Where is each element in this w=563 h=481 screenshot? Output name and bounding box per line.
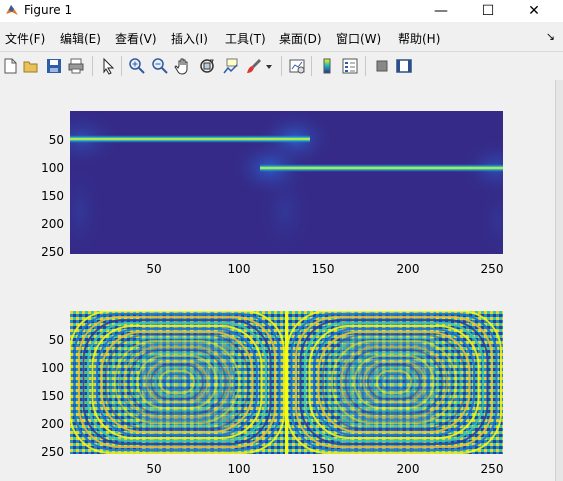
maximize-button[interactable]: ☐	[466, 0, 510, 22]
save-icon[interactable]	[45, 57, 63, 75]
zoom-out-icon[interactable]	[151, 57, 169, 75]
top-ytick-label: 150	[41, 189, 64, 203]
menu-tools[interactable]: 工具(T)	[225, 30, 266, 47]
data-cursor-icon[interactable]	[221, 57, 239, 75]
matlab-icon	[6, 5, 18, 15]
show-plot-tools-icon[interactable]	[395, 57, 413, 75]
minimize-button[interactable]: —	[419, 0, 463, 22]
window-title: Figure 1	[24, 3, 73, 17]
menu-file[interactable]: 文件(F)	[5, 30, 45, 47]
brush-dropdown-icon[interactable]	[264, 57, 274, 75]
menu-help[interactable]: 帮助(H)	[398, 30, 440, 47]
toolbar-separator	[281, 56, 282, 76]
menu-insert[interactable]: 插入(I)	[171, 30, 208, 47]
top-ytick-label: 250	[41, 245, 64, 259]
close-button[interactable]: ✕	[512, 0, 556, 22]
bottom-xtick-label: 100	[227, 462, 251, 476]
bottom-ytick-label: 200	[41, 417, 64, 431]
menubar-overflow-icon[interactable]: ↘	[546, 30, 555, 43]
hide-plot-tools-icon[interactable]	[373, 57, 391, 75]
top-image-axes[interactable]	[42, 109, 530, 261]
bottom-xtick-label: 200	[396, 462, 420, 476]
top-ytick-label: 200	[41, 217, 64, 231]
top-xtick-label: 50	[146, 262, 162, 276]
bottom-image-axes[interactable]	[69, 310, 503, 454]
colorbar-icon[interactable]	[318, 57, 336, 75]
vertical-scrollbar[interactable]	[555, 80, 563, 481]
print-icon[interactable]	[67, 57, 85, 75]
top-xtick-label: 200	[396, 262, 420, 276]
bottom-image-plot	[69, 310, 503, 454]
toolbar-separator	[311, 56, 312, 76]
top-xtick-label: 250	[480, 262, 504, 276]
top-ytick-label: 50	[48, 133, 64, 147]
window-titlebar: Figure 1 — ☐ ✕	[0, 0, 563, 22]
bottom-ytick-label: 250	[41, 445, 64, 459]
toolbar-separator	[92, 56, 93, 76]
link-plot-icon[interactable]	[288, 57, 306, 75]
rotate-3d-icon[interactable]	[198, 57, 216, 75]
pan-hand-icon[interactable]	[174, 57, 192, 75]
menu-desktop[interactable]: 桌面(D)	[279, 30, 322, 47]
bottom-xtick-label: 50	[146, 462, 162, 476]
legend-icon[interactable]	[341, 57, 359, 75]
brush-icon[interactable]	[245, 57, 263, 75]
menu-window[interactable]: 窗口(W)	[336, 30, 381, 47]
bottom-ytick-label: 50	[48, 333, 64, 347]
open-file-icon[interactable]	[22, 57, 40, 75]
bottom-ytick-label: 150	[41, 389, 64, 403]
menu-view[interactable]: 查看(V)	[115, 30, 157, 47]
bottom-xtick-label: 250	[480, 462, 504, 476]
top-xtick-label: 100	[227, 262, 251, 276]
zoom-in-icon[interactable]	[128, 57, 146, 75]
toolbar-separator	[365, 56, 366, 76]
bottom-xtick-label: 150	[311, 462, 335, 476]
menu-edit[interactable]: 编辑(E)	[60, 30, 101, 47]
new-figure-icon[interactable]	[1, 57, 19, 75]
top-ytick-label: 100	[41, 161, 64, 175]
figure-toolbar	[0, 51, 563, 81]
toolbar-separator	[121, 56, 122, 76]
menu-bar: 文件(F) 编辑(E) 查看(V) 插入(I) 工具(T) 桌面(D) 窗口(W…	[0, 28, 563, 48]
top-xtick-label: 150	[311, 262, 335, 276]
bottom-ytick-label: 100	[41, 361, 64, 375]
top-image-plot	[42, 109, 530, 261]
edit-plot-arrow-icon[interactable]	[99, 57, 117, 75]
